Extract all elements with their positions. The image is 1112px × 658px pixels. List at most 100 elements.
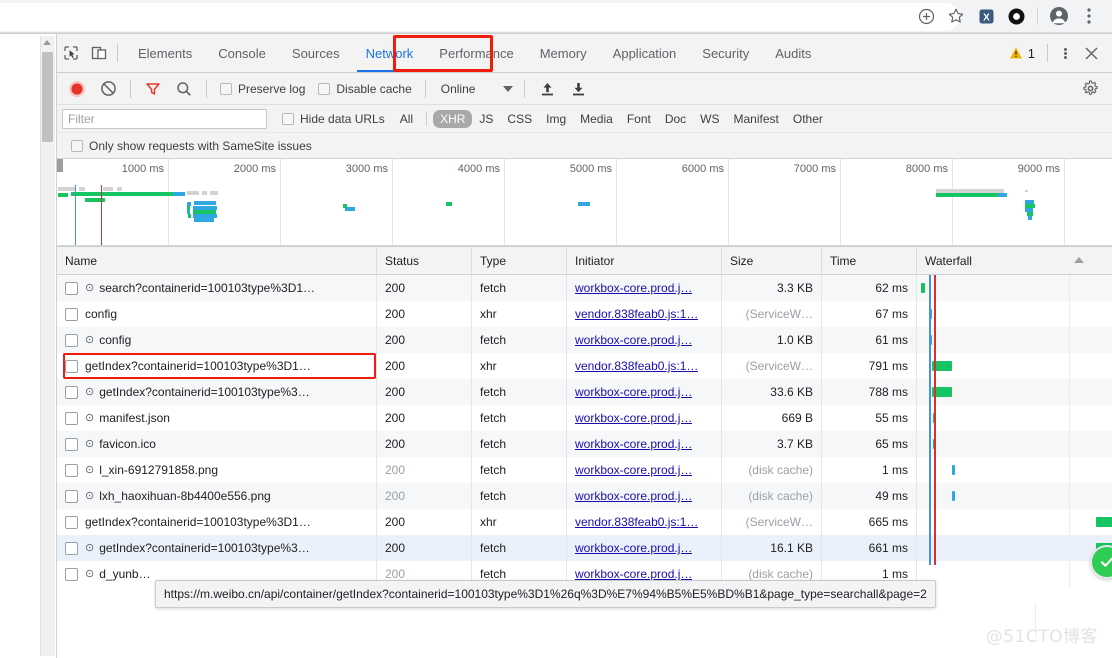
row-name-cell[interactable]: ⊙ search?containerid=100103type%3D1… xyxy=(57,275,377,301)
row-select-checkbox[interactable] xyxy=(65,281,78,295)
tab-application[interactable]: Application xyxy=(600,34,690,72)
table-row[interactable]: getIndex?containerid=100103type%3D1… 200… xyxy=(57,353,1112,379)
filter-input[interactable] xyxy=(62,108,267,129)
row-select-checkbox[interactable] xyxy=(65,489,78,503)
column-header-status[interactable]: Status xyxy=(377,246,472,275)
throttling-dropdown[interactable]: Online xyxy=(433,82,518,96)
tab-sources[interactable]: Sources xyxy=(279,34,353,72)
initiator-link[interactable]: vendor.838feab0.js:1… xyxy=(575,359,698,373)
export-har-button[interactable] xyxy=(563,75,593,103)
table-row[interactable]: ⊙ lxh_haoxihuan-8b4400e556.png 200 fetch… xyxy=(57,483,1112,509)
table-row[interactable]: ⊙ favicon.ico 200 fetch workbox-core.pro… xyxy=(57,431,1112,457)
samesite-checkbox[interactable]: Only show requests with SameSite issues xyxy=(71,139,312,153)
row-name-cell[interactable]: config xyxy=(57,301,377,327)
column-header-initiator[interactable]: Initiator xyxy=(567,246,722,275)
table-row[interactable]: ⊙ manifest.json 200 fetch workbox-core.p… xyxy=(57,405,1112,431)
table-row[interactable]: config 200 xhr vendor.838feab0.js:1… (Se… xyxy=(57,301,1112,327)
row-select-checkbox[interactable] xyxy=(65,359,78,373)
chrome-menu-icon[interactable] xyxy=(1074,2,1104,30)
search-icon[interactable] xyxy=(169,75,199,103)
row-name-cell[interactable]: ⊙ config xyxy=(57,327,377,353)
column-header-waterfall[interactable]: Waterfall xyxy=(917,247,1112,275)
filter-type-xhr[interactable]: XHR xyxy=(433,109,473,128)
devtools-more-options-icon[interactable] xyxy=(1054,40,1076,66)
row-name-cell[interactable]: ⊙ favicon.ico xyxy=(57,431,377,457)
inspect-element-icon[interactable] xyxy=(57,34,85,72)
row-select-checkbox[interactable] xyxy=(65,463,78,477)
clear-button[interactable] xyxy=(93,75,123,103)
table-row[interactable]: ⊙ config 200 fetch workbox-core.prod.j… … xyxy=(57,327,1112,353)
row-name-cell[interactable]: ⊙ getIndex?containerid=100103type%3… xyxy=(57,379,377,405)
preserve-log-checkbox[interactable]: Preserve log xyxy=(214,82,311,96)
row-select-checkbox[interactable] xyxy=(65,333,78,347)
table-row[interactable]: ⊙ l_xin-6912791858.png 200 fetch workbox… xyxy=(57,457,1112,483)
tab-audits[interactable]: Audits xyxy=(762,34,824,72)
close-devtools-icon[interactable] xyxy=(1078,40,1104,66)
row-name-cell[interactable]: ⊙ lxh_haoxihuan-8b4400e556.png xyxy=(57,483,377,509)
install-app-icon[interactable] xyxy=(911,2,941,30)
initiator-link[interactable]: vendor.838feab0.js:1… xyxy=(575,515,698,529)
tab-network[interactable]: Network xyxy=(353,34,427,72)
row-initiator-cell[interactable]: vendor.838feab0.js:1… xyxy=(567,353,722,379)
initiator-link[interactable]: workbox-core.prod.j… xyxy=(575,385,692,399)
initiator-link[interactable]: vendor.838feab0.js:1… xyxy=(575,307,698,321)
extension-x-icon[interactable]: X xyxy=(971,2,1001,30)
filter-type-ws[interactable]: WS xyxy=(693,110,726,128)
filter-type-media[interactable]: Media xyxy=(573,110,620,128)
row-name-cell[interactable]: getIndex?containerid=100103type%3D1… xyxy=(57,353,377,379)
row-initiator-cell[interactable]: workbox-core.prod.j… xyxy=(567,457,722,483)
scrollbar-up-arrow-icon[interactable] xyxy=(43,40,51,45)
row-name-cell[interactable]: ⊙ l_xin-6912791858.png xyxy=(57,457,377,483)
table-row[interactable]: ⊙ getIndex?containerid=100103type%3… 200… xyxy=(57,379,1112,405)
filter-type-all[interactable]: All xyxy=(393,110,420,128)
row-select-checkbox[interactable] xyxy=(65,541,78,555)
row-initiator-cell[interactable]: workbox-core.prod.j… xyxy=(567,275,722,301)
row-name-cell[interactable]: ⊙ getIndex?containerid=100103type%3… xyxy=(57,535,377,561)
tab-performance[interactable]: Performance xyxy=(426,34,526,72)
row-initiator-cell[interactable]: workbox-core.prod.j… xyxy=(567,327,722,353)
row-select-checkbox[interactable] xyxy=(65,437,78,451)
row-initiator-cell[interactable]: workbox-core.prod.j… xyxy=(567,431,722,457)
column-header-time[interactable]: Time xyxy=(822,246,917,275)
filter-type-doc[interactable]: Doc xyxy=(658,110,693,128)
table-row[interactable]: getIndex?containerid=100103type%3D1… 200… xyxy=(57,509,1112,535)
initiator-link[interactable]: workbox-core.prod.j… xyxy=(575,463,692,477)
initiator-link[interactable]: workbox-core.prod.j… xyxy=(575,333,692,347)
row-name-cell[interactable]: ⊙ manifest.json xyxy=(57,405,377,431)
row-select-checkbox[interactable] xyxy=(65,385,78,399)
column-header-size[interactable]: Size xyxy=(722,246,822,275)
row-select-checkbox[interactable] xyxy=(65,567,78,581)
tab-elements[interactable]: Elements xyxy=(125,34,205,72)
bookmark-star-icon[interactable] xyxy=(941,2,971,30)
initiator-link[interactable]: workbox-core.prod.j… xyxy=(575,567,692,581)
filter-type-manifest[interactable]: Manifest xyxy=(727,110,786,128)
disable-cache-checkbox[interactable]: Disable cache xyxy=(312,82,417,96)
column-header-type[interactable]: Type xyxy=(472,246,567,275)
initiator-link[interactable]: workbox-core.prod.j… xyxy=(575,541,692,555)
row-name-cell[interactable]: getIndex?containerid=100103type%3D1… xyxy=(57,509,377,535)
initiator-link[interactable]: workbox-core.prod.j… xyxy=(575,411,692,425)
scrollbar-thumb[interactable] xyxy=(42,52,53,142)
initiator-link[interactable]: workbox-core.prod.j… xyxy=(575,437,692,451)
tab-memory[interactable]: Memory xyxy=(527,34,600,72)
row-select-checkbox[interactable] xyxy=(65,515,78,529)
filter-type-font[interactable]: Font xyxy=(620,110,658,128)
profile-avatar-icon[interactable] xyxy=(1044,2,1074,30)
row-initiator-cell[interactable]: vendor.838feab0.js:1… xyxy=(567,509,722,535)
filter-type-other[interactable]: Other xyxy=(786,110,830,128)
tab-console[interactable]: Console xyxy=(205,34,279,72)
import-har-button[interactable] xyxy=(532,75,562,103)
initiator-link[interactable]: workbox-core.prod.j… xyxy=(575,489,692,503)
warning-counter[interactable]: 1 xyxy=(1003,46,1041,61)
table-row[interactable]: ⊙ getIndex?containerid=100103type%3… 200… xyxy=(57,535,1112,561)
row-initiator-cell[interactable]: workbox-core.prod.j… xyxy=(567,483,722,509)
table-row[interactable]: ⊙ search?containerid=100103type%3D1… 200… xyxy=(57,275,1112,301)
initiator-link[interactable]: workbox-core.prod.j… xyxy=(575,281,692,295)
network-overview[interactable]: 1000 ms 2000 ms 3000 ms 4000 ms 5000 ms … xyxy=(57,159,1112,247)
device-toolbar-icon[interactable] xyxy=(85,34,113,72)
settings-gear-icon[interactable] xyxy=(1075,75,1105,103)
filter-type-img[interactable]: Img xyxy=(539,110,573,128)
tab-security[interactable]: Security xyxy=(689,34,762,72)
row-select-checkbox[interactable] xyxy=(65,411,78,425)
record-button[interactable] xyxy=(62,75,92,103)
